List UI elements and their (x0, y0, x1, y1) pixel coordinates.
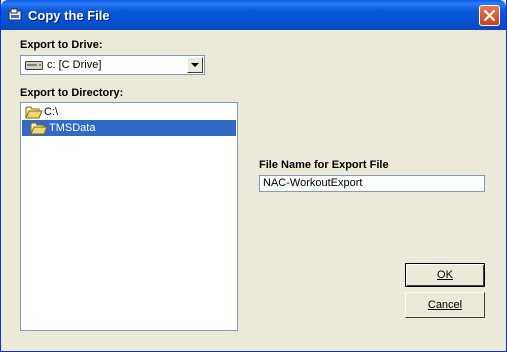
close-icon (483, 9, 496, 22)
folder-open-icon (25, 106, 43, 119)
directory-list[interactable]: C:\ TMSData (20, 102, 238, 331)
directory-item-root[interactable]: C:\ (22, 104, 236, 120)
hard-drive-icon (25, 61, 43, 70)
filename-label: File Name for Export File (259, 159, 389, 171)
directory-item-label: TMSData (49, 122, 96, 134)
copy-file-dialog: Copy the File Export to Drive: c: [C Dri… (0, 0, 507, 352)
ok-button-label: OK (437, 269, 453, 281)
ok-button[interactable]: OK (405, 263, 485, 287)
drive-label: Export to Drive: (20, 39, 103, 51)
directory-label: Export to Directory: (20, 87, 124, 99)
drive-select[interactable]: c: [C Drive] (20, 55, 205, 75)
chevron-down-icon (191, 63, 199, 67)
filename-input[interactable]: NAC-WorkoutExport (259, 175, 485, 192)
title-bar[interactable]: Copy the File (1, 0, 506, 30)
directory-item-label: C:\ (44, 106, 59, 118)
window-title: Copy the File (28, 8, 110, 23)
drive-select-value: c: [C Drive] (47, 59, 102, 71)
folder-open-icon (30, 122, 48, 135)
drive-dropdown-button[interactable] (187, 57, 203, 73)
app-icon (8, 8, 22, 21)
close-button[interactable] (479, 5, 500, 26)
cancel-button-label: Cancel (427, 299, 463, 311)
directory-item-tmsdata[interactable]: TMSData (22, 120, 236, 136)
cancel-button[interactable]: Cancel (405, 292, 485, 318)
